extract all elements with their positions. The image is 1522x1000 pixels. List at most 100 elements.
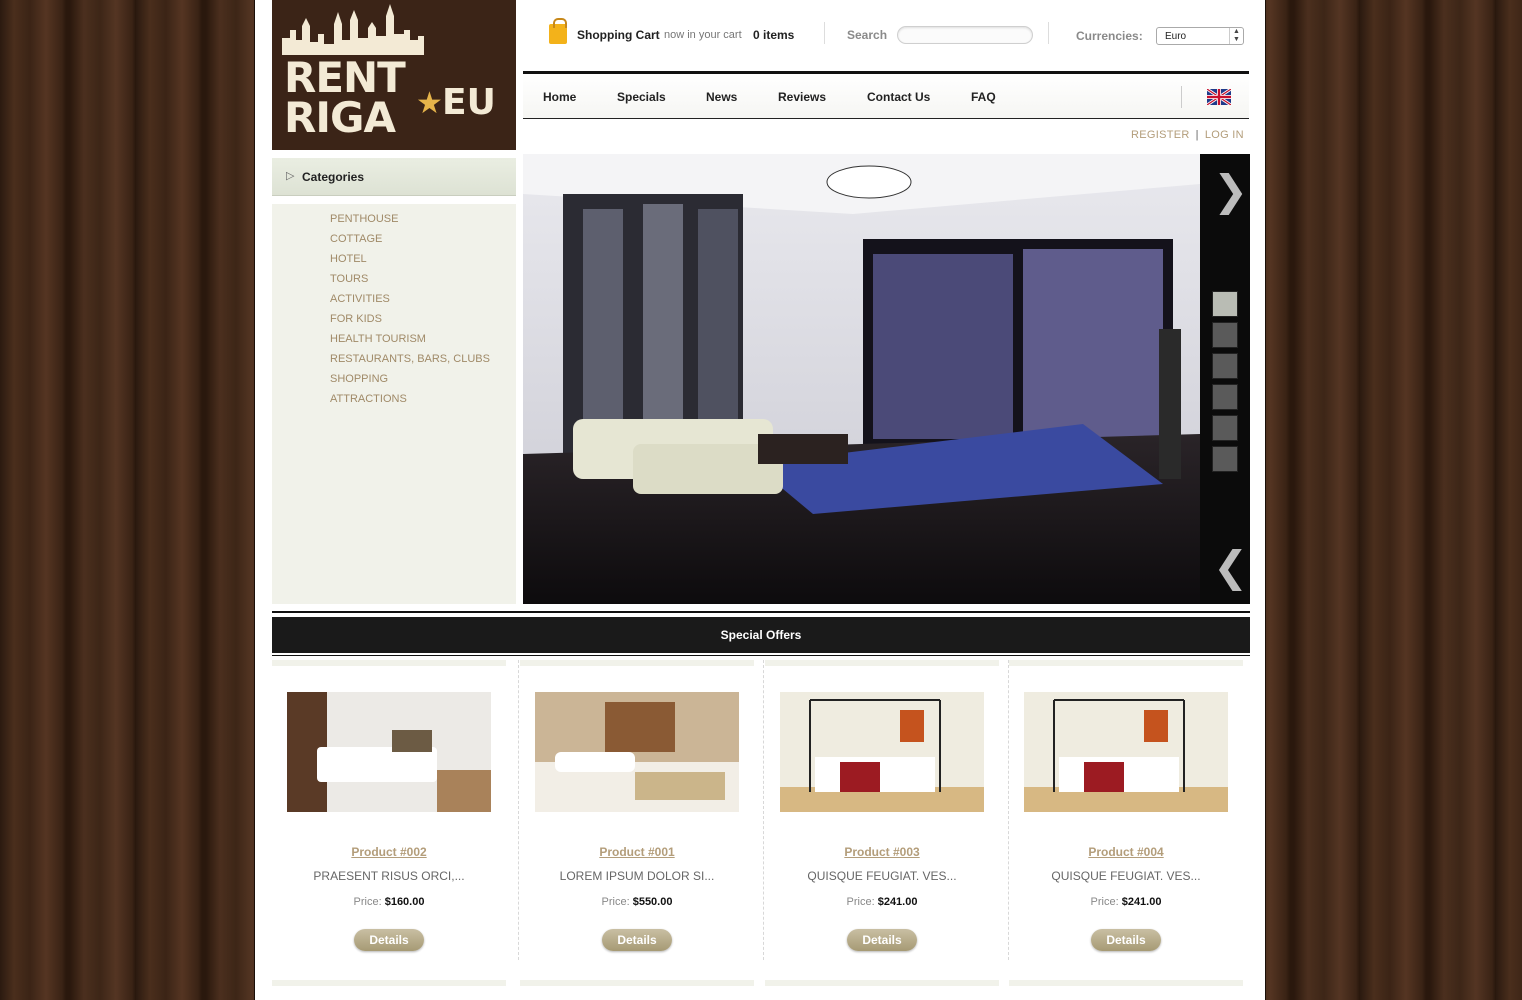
- slider-thumb[interactable]: [1212, 415, 1238, 441]
- slider-thumb[interactable]: [1212, 384, 1238, 410]
- special-offers-title: Special Offers: [272, 617, 1250, 653]
- currencies-label: Currencies:: [1076, 29, 1143, 43]
- nav-specials[interactable]: Specials: [617, 90, 666, 104]
- logo-lettering: RENT RIGA: [284, 53, 406, 142]
- product-name-link[interactable]: Product #004: [1009, 845, 1243, 859]
- card-topline: [1009, 980, 1243, 986]
- logo-line-2: RIGA: [284, 93, 396, 142]
- card-topline: [272, 660, 506, 666]
- currency-select[interactable]: Euro ▲ ▼: [1156, 27, 1244, 45]
- product-card: Product #004 QUISQUE FEUGIAT. VES... Pri…: [1009, 660, 1243, 960]
- category-link[interactable]: COTTAGE: [272, 233, 516, 253]
- product-card: Product #001 LOREM IPSUM DOLOR SI... Pri…: [520, 660, 754, 960]
- slider-thumb[interactable]: [1212, 322, 1238, 348]
- card-topline: [765, 660, 999, 666]
- cart-title[interactable]: Shopping Cart: [577, 28, 660, 42]
- price-value: $241.00: [877, 896, 918, 908]
- category-link[interactable]: ACTIVITIES: [272, 293, 516, 313]
- logo-line-1: RENT: [284, 53, 406, 102]
- login-link[interactable]: LOG IN: [1205, 129, 1244, 141]
- product-image[interactable]: [780, 692, 984, 812]
- nav-contact-us[interactable]: Contact Us: [867, 90, 930, 104]
- logo-suffix: EU: [442, 82, 496, 123]
- slider-thumb[interactable]: [1212, 446, 1238, 472]
- price-value: $241.00: [1121, 896, 1162, 908]
- details-button[interactable]: Details: [354, 929, 424, 951]
- price-label: Price:: [353, 896, 382, 908]
- slide-image[interactable]: [523, 154, 1200, 604]
- product-description: LOREM IPSUM DOLOR SI...: [559, 869, 715, 883]
- card-topline: [1009, 660, 1243, 666]
- categories-header: ▷ Categories: [272, 158, 516, 196]
- details-button[interactable]: Details: [602, 929, 672, 951]
- shopping-bag-icon[interactable]: [549, 18, 567, 44]
- price-value: $550.00: [632, 896, 673, 908]
- star-icon: ★: [416, 87, 443, 120]
- slider-next-icon[interactable]: ❯: [1213, 170, 1248, 212]
- cart-count: 0 items: [753, 28, 795, 42]
- product-name-link[interactable]: Product #002: [272, 845, 506, 859]
- details-button[interactable]: Details: [1091, 929, 1161, 951]
- category-link[interactable]: RESTAURANTS, BARS, CLUBS: [272, 353, 516, 373]
- category-link[interactable]: HEALTH TOURISM: [272, 333, 516, 353]
- products-grid: Product #002 PRAESENT RISUS ORCI,... Pri…: [272, 660, 1250, 960]
- slider-prev-icon[interactable]: ❮: [1213, 546, 1248, 588]
- slider-thumb[interactable]: [1212, 353, 1238, 379]
- card-topline: [520, 980, 754, 986]
- category-link[interactable]: SHOPPING: [272, 373, 516, 393]
- page-container: RENT RIGA ★ EU Shopping Cart now in your…: [254, 0, 1266, 1000]
- uk-flag-icon[interactable]: [1207, 89, 1231, 105]
- product-image[interactable]: [1024, 692, 1228, 812]
- product-price: Price: $550.00: [520, 896, 754, 908]
- category-link[interactable]: HOTEL: [272, 253, 516, 273]
- details-button[interactable]: Details: [847, 929, 917, 951]
- product-card: Product #002 PRAESENT RISUS ORCI,... Pri…: [272, 660, 506, 960]
- auth-links: REGISTER | LOG IN: [1131, 129, 1244, 141]
- search-label: Search: [847, 28, 888, 42]
- product-price: Price: $241.00: [765, 896, 999, 908]
- cart-note: now in your cart: [664, 29, 742, 41]
- price-label: Price:: [601, 896, 630, 908]
- product-image[interactable]: [535, 692, 739, 812]
- product-image[interactable]: [287, 692, 491, 812]
- register-link[interactable]: REGISTER: [1131, 129, 1190, 141]
- category-link[interactable]: TOURS: [272, 273, 516, 293]
- divider: [272, 611, 1250, 613]
- product-description: QUISQUE FEUGIAT. VES...: [1051, 869, 1201, 883]
- category-link[interactable]: ATTRACTIONS: [272, 393, 516, 413]
- separator: |: [1195, 129, 1199, 141]
- select-arrows-icon: ▲ ▼: [1229, 28, 1243, 44]
- divider: [1048, 22, 1049, 44]
- product-description: QUISQUE FEUGIAT. VES...: [807, 869, 957, 883]
- nav-news[interactable]: News: [706, 90, 737, 104]
- nav-home[interactable]: Home: [543, 90, 576, 104]
- top-bar: Shopping Cart now in your cart 0 items S…: [523, 16, 1249, 56]
- main-nav: Home Specials News Reviews Contact Us FA…: [523, 71, 1249, 119]
- product-price: Price: $160.00: [272, 896, 506, 908]
- nav-reviews[interactable]: Reviews: [778, 90, 826, 104]
- divider: [272, 655, 1250, 656]
- card-topline: [520, 660, 754, 666]
- categories-title: Categories: [302, 170, 365, 184]
- nav-faq[interactable]: FAQ: [971, 90, 996, 104]
- category-link[interactable]: PENTHOUSE: [272, 213, 516, 233]
- search-input[interactable]: [897, 26, 1033, 44]
- currency-selected: Euro: [1165, 31, 1187, 42]
- card-topline: [272, 980, 506, 986]
- price-label: Price:: [846, 896, 875, 908]
- price-value: $160.00: [384, 896, 425, 908]
- product-card: Product #003 QUISQUE FEUGIAT. VES... Pri…: [765, 660, 999, 960]
- price-label: Price:: [1090, 896, 1119, 908]
- site-logo[interactable]: RENT RIGA ★ EU: [272, 0, 516, 150]
- product-name-link[interactable]: Product #003: [765, 845, 999, 859]
- hero-slider: ❯ ❮: [523, 154, 1250, 604]
- divider: [518, 660, 519, 960]
- product-price: Price: $241.00: [1009, 896, 1243, 908]
- card-topline: [765, 980, 999, 986]
- product-description: PRAESENT RISUS ORCI,...: [313, 869, 465, 883]
- categories-list: PENTHOUSE COTTAGE HOTEL TOURS ACTIVITIES…: [272, 204, 516, 604]
- product-name-link[interactable]: Product #001: [520, 845, 754, 859]
- divider: [824, 22, 825, 44]
- category-link[interactable]: FOR KIDS: [272, 313, 516, 333]
- slider-thumb[interactable]: [1212, 291, 1238, 317]
